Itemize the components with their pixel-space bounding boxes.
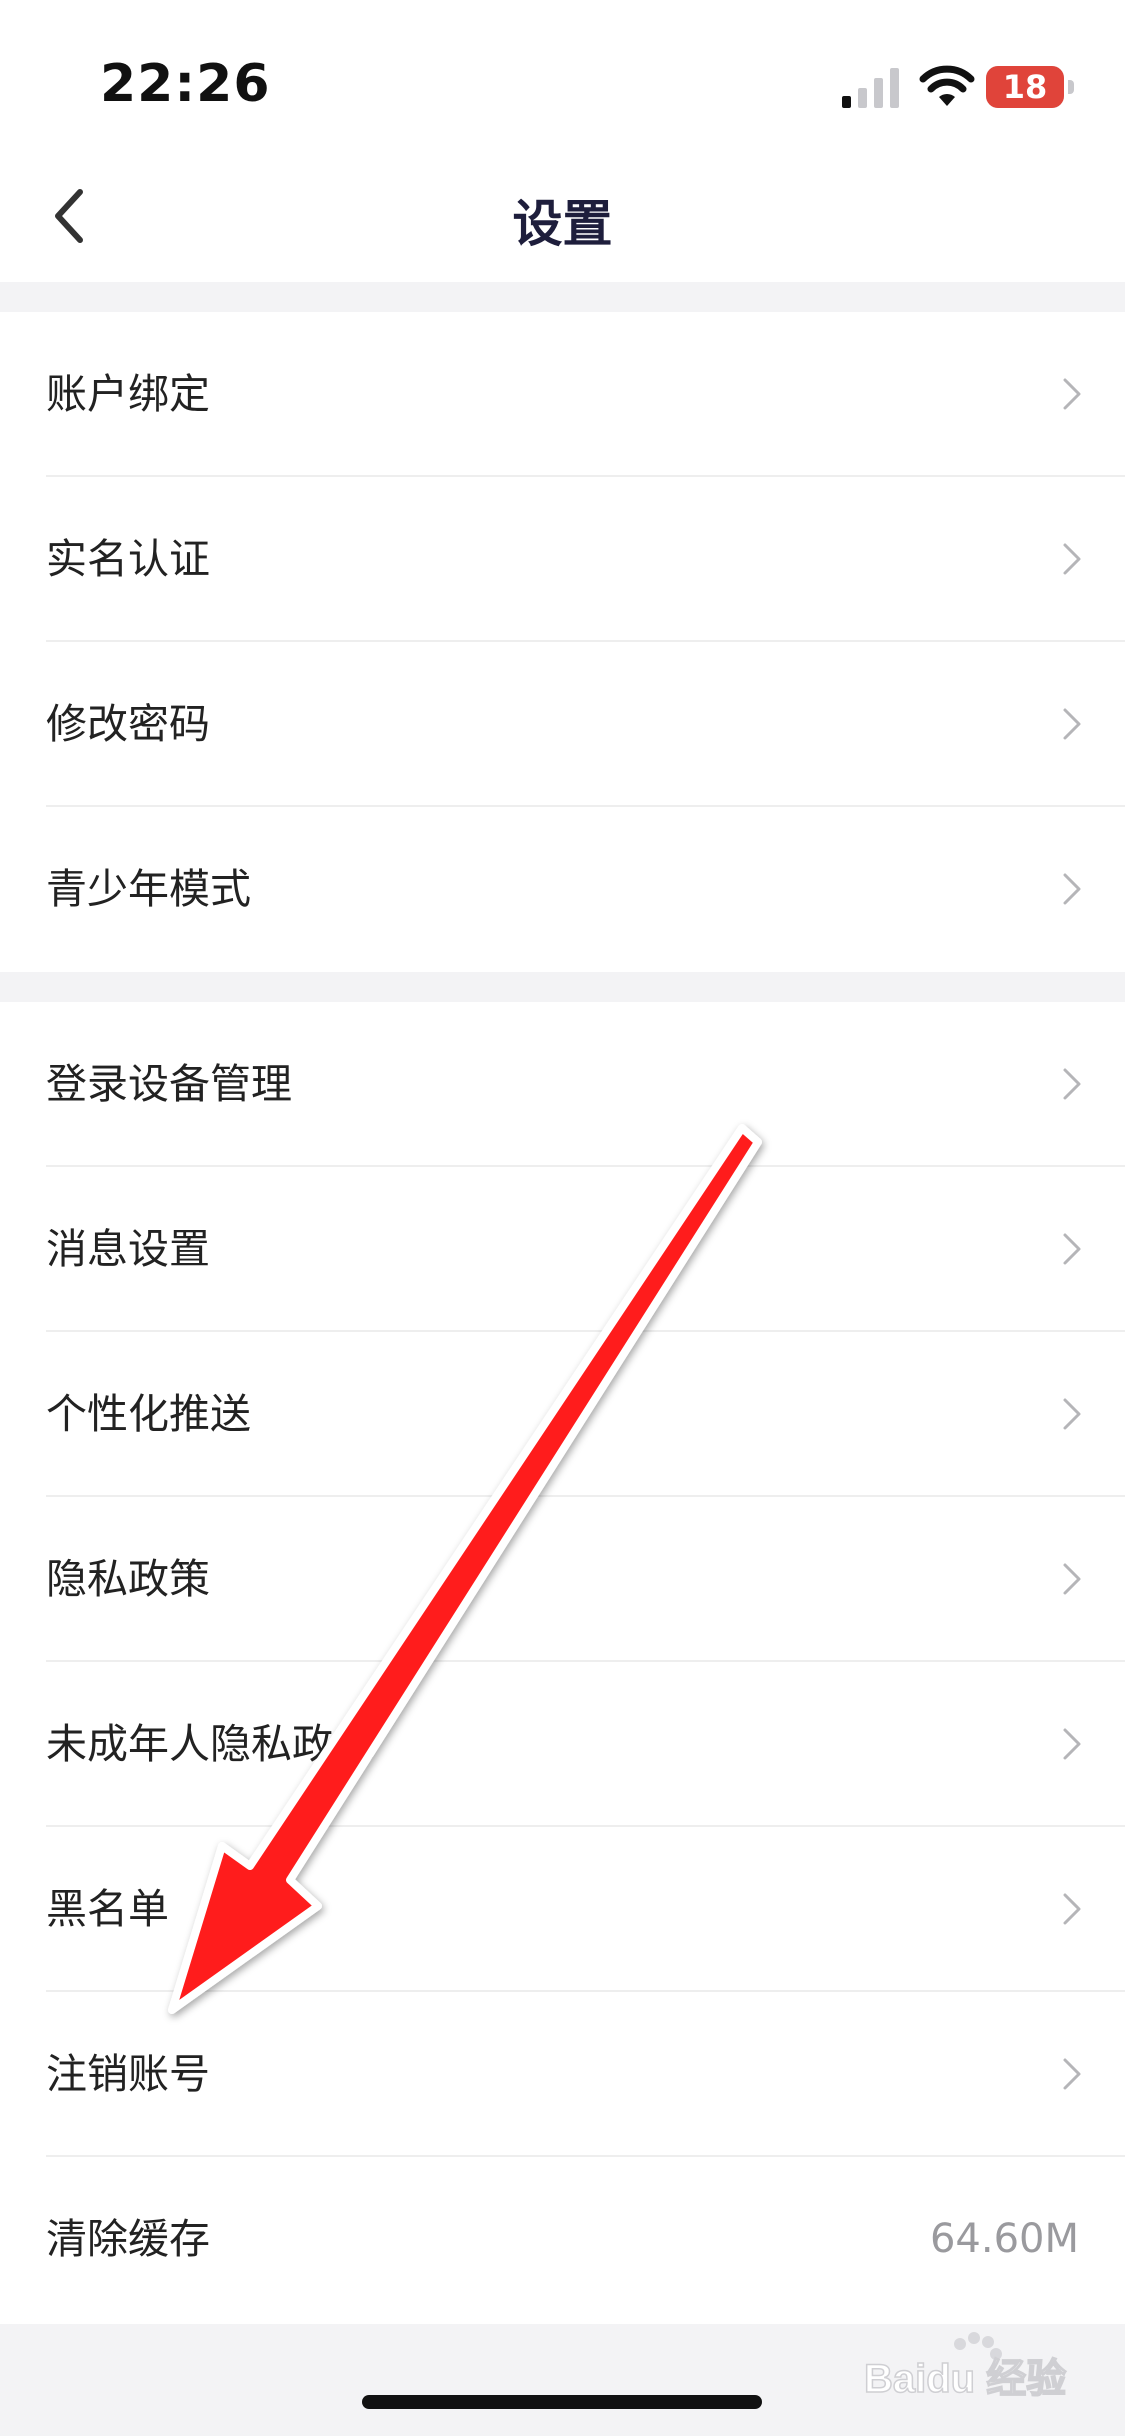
settings-row-label: 消息设置 [46,1225,210,1273]
settings-row-change-password[interactable]: 修改密码 [0,642,1125,807]
battery-body: 18 [986,66,1064,108]
home-indicator[interactable] [362,2395,762,2409]
settings-row-label: 登录设备管理 [46,1060,292,1108]
navigation-bar: 设置 [0,150,1125,282]
battery-cap [1068,80,1074,94]
settings-group-general: 登录设备管理 消息设置 个性化推送 隐私政策 未成年人隐私政策 黑名单 注销账号… [0,1002,1125,2324]
watermark-text: Baidu 经验 [864,2357,1066,2401]
settings-row-real-name[interactable]: 实名认证 [0,477,1125,642]
settings-row-account-binding[interactable]: 账户绑定 [0,312,1125,477]
chevron-right-icon [1063,1728,1081,1760]
settings-row-privacy-policy[interactable]: 隐私政策 [0,1497,1125,1662]
chevron-right-icon [1063,1563,1081,1595]
chevron-right-icon [1063,873,1081,905]
cellular-signal-icon [842,68,899,108]
settings-row-message-settings[interactable]: 消息设置 [0,1167,1125,1332]
battery-icon: 18 [986,66,1074,108]
settings-row-device-management[interactable]: 登录设备管理 [0,1002,1125,1167]
settings-row-label: 账户绑定 [46,370,210,418]
settings-row-label: 注销账号 [46,2050,210,2098]
chevron-right-icon [1063,1893,1081,1925]
settings-row-label: 隐私政策 [46,1555,210,1603]
chevron-right-icon [1063,1068,1081,1100]
settings-row-delete-account[interactable]: 注销账号 [0,1992,1125,2157]
settings-row-label: 清除缓存 [46,2215,210,2263]
status-bar: 22:26 18 [0,0,1125,150]
settings-row-label: 修改密码 [46,700,210,748]
cache-size-value: 64.60M [929,2216,1079,2262]
battery-level: 18 [1002,68,1048,106]
chevron-right-icon [1063,2058,1081,2090]
chevron-right-icon [1063,543,1081,575]
wifi-icon [919,65,975,106]
settings-row-teen-mode[interactable]: 青少年模式 [0,807,1125,972]
settings-row-label: 实名认证 [46,535,210,583]
settings-row-minor-privacy-policy[interactable]: 未成年人隐私政策 [0,1662,1125,1827]
settings-group-account: 账户绑定 实名认证 修改密码 青少年模式 [0,312,1125,972]
chevron-right-icon [1063,1398,1081,1430]
settings-row-label: 黑名单 [46,1885,169,1933]
settings-row-blacklist[interactable]: 黑名单 [0,1827,1125,1992]
settings-row-label: 个性化推送 [46,1390,251,1438]
settings-row-label: 未成年人隐私政策 [46,1720,374,1768]
baidu-jingyan-watermark: Baidu 经验 [863,2332,1067,2402]
status-time: 22:26 [100,54,271,114]
chevron-right-icon [1063,378,1081,410]
chevron-right-icon [1063,708,1081,740]
settings-row-clear-cache[interactable]: 清除缓存 64.60M [0,2157,1125,2322]
page-title: 设置 [512,195,613,253]
settings-row-personalized-push[interactable]: 个性化推送 [0,1332,1125,1497]
chevron-right-icon [1063,1233,1081,1265]
settings-screen: 22:26 18 设置 账户绑定 实名认证 修改密码 青少年模式 登录设备管理 … [0,0,1125,2436]
settings-row-label: 青少年模式 [46,865,251,913]
